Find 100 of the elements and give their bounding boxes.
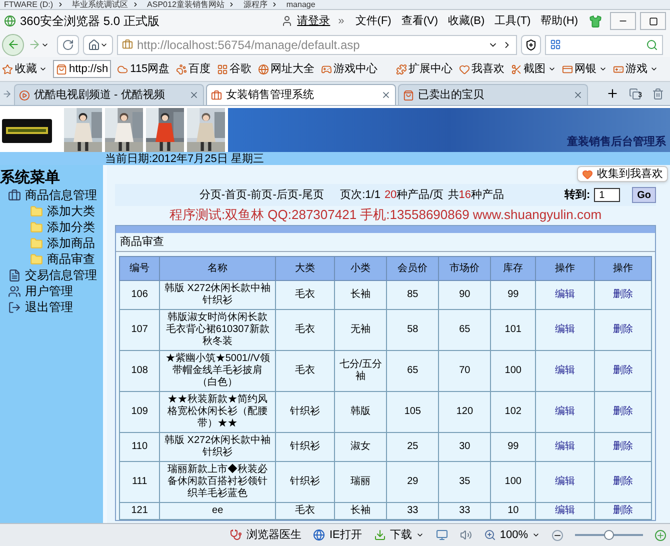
folder-icon [30, 252, 43, 266]
chevron-icon [57, 1, 64, 8]
address-field[interactable]: http://localhost:56754/manage/default.asp [117, 34, 517, 54]
bookmark[interactable]: 谷歌 [216, 60, 252, 78]
menu-item[interactable]: 文件(F) [352, 12, 394, 30]
bookmark[interactable]: 网址大全 [258, 60, 315, 78]
login-link[interactable]: 请登录 [297, 12, 330, 30]
page-label: 页次: [340, 188, 366, 203]
refresh-button[interactable] [57, 34, 79, 54]
arrow-icon [2, 89, 12, 99]
bookmark[interactable]: 扩展中心 [396, 60, 453, 78]
star-icon [2, 64, 13, 74]
delete-link[interactable]: 删除 [613, 365, 634, 376]
edit-link[interactable]: 编辑 [555, 365, 576, 376]
status-button[interactable]: 下载 [374, 526, 424, 544]
window-title: 360安全浏览器 5.0 正式版 [20, 13, 160, 30]
menu-item[interactable]: 商品审查 [47, 250, 95, 268]
speaker-icon[interactable] [460, 529, 472, 541]
menu-item[interactable]: 退出管理 [25, 298, 73, 316]
breadcrumb[interactable]: 源程序 [243, 0, 268, 9]
briefcase-icon [8, 188, 21, 202]
menu-item[interactable]: 查看(V) [398, 12, 441, 30]
shirt-icon[interactable] [589, 14, 602, 28]
tabs-icon [629, 88, 641, 100]
current-date: 当前日期:2012年7月25日 星期三 [105, 152, 264, 164]
home-icon [88, 38, 100, 50]
bookmark[interactable]: 游戏中心 [320, 60, 378, 78]
forward-icon [28, 38, 41, 51]
heart-icon [458, 64, 470, 74]
close-icon[interactable] [573, 90, 583, 100]
zoom-button[interactable]: 100% [484, 526, 540, 544]
bookmark[interactable]: 游戏 [612, 60, 658, 78]
menu-item[interactable]: 交易信息管理 [25, 266, 97, 284]
go-button[interactable]: Go [632, 187, 656, 203]
caret-icon [548, 65, 556, 73]
breadcrumb[interactable]: manage [286, 0, 316, 9]
delete-link[interactable]: 删除 [613, 406, 634, 417]
slider-thumb[interactable] [604, 530, 614, 540]
bookmark[interactable]: 百度 [176, 60, 211, 78]
plus-icon [606, 87, 618, 100]
card-icon [562, 64, 573, 74]
heart-icon [582, 168, 593, 180]
search-field[interactable] [545, 34, 663, 54]
globe-icon [258, 64, 269, 74]
browser-tab[interactable]: 优酷电视剧频道 - 优酷视频 [14, 84, 204, 105]
bookmark[interactable]: 我喜欢 [458, 60, 505, 78]
edit-link[interactable]: 编辑 [555, 441, 576, 452]
edit-link[interactable]: 编辑 [555, 289, 576, 300]
zoom-out-icon[interactable] [552, 530, 563, 540]
edit-link[interactable]: 编辑 [555, 324, 576, 335]
breadcrumb[interactable]: ASP012童装销售网站 [147, 0, 224, 9]
grid-icon [216, 64, 228, 74]
close-icon[interactable] [381, 90, 391, 100]
bookmark[interactable]: 115网盘 [117, 60, 170, 78]
maximize-icon [648, 16, 658, 26]
delete-link[interactable]: 删除 [613, 441, 634, 452]
browser-tab[interactable]: 女装销售管理系统 [206, 84, 396, 105]
menu-item[interactable]: 用户管理 [25, 282, 73, 300]
zoom-icon [484, 529, 496, 541]
bookmark[interactable]: 截图 [510, 60, 556, 78]
bookmark[interactable]: 收藏 [2, 60, 47, 78]
delete-link[interactable]: 删除 [613, 476, 634, 487]
forward-button[interactable] [28, 38, 49, 51]
menu-item[interactable]: 添加大类 [47, 202, 95, 220]
menu-item[interactable]: 工具(T) [492, 12, 534, 30]
page-input[interactable]: 1 [594, 188, 620, 202]
breadcrumb[interactable]: 毕业系统调试区 [72, 0, 128, 9]
download-icon [374, 529, 386, 541]
menu-item[interactable]: 收藏(B) [445, 12, 488, 30]
total-unit: 种产品 [471, 188, 504, 203]
edit-link[interactable]: 编辑 [555, 406, 576, 417]
more-menu[interactable]: » [338, 12, 344, 30]
caret-icon [598, 65, 607, 73]
gamepad-icon [320, 64, 332, 74]
per-page-unit: 种产品/页 [396, 188, 444, 203]
monitor-icon[interactable] [436, 529, 448, 541]
gamepad-icon [612, 64, 624, 74]
status-button[interactable]: 浏览器医生 [230, 526, 302, 544]
menu-item[interactable]: 商品信息管理 [25, 186, 97, 204]
close-icon[interactable] [189, 90, 199, 100]
bookmark[interactable]: http://sh [53, 60, 112, 78]
zoom-in-icon[interactable] [655, 530, 666, 540]
maximize-button[interactable] [640, 12, 666, 30]
bookmark[interactable]: 网银 [562, 60, 607, 78]
breadcrumb[interactable]: FTWARE (D:) [4, 0, 54, 9]
status-button[interactable]: IE打开 [313, 526, 362, 544]
home-button[interactable] [83, 34, 113, 54]
menu-item[interactable]: 添加商品 [47, 234, 95, 252]
security-button[interactable] [521, 34, 541, 54]
back-button[interactable] [2, 34, 24, 56]
delete-link[interactable]: 删除 [613, 324, 634, 335]
menu-item[interactable]: 添加分类 [47, 218, 95, 236]
edit-link[interactable]: 编辑 [555, 476, 576, 487]
delete-link[interactable]: 删除 [613, 289, 634, 300]
favorite-button[interactable]: 收集到我喜欢 [577, 166, 668, 182]
browser-tab[interactable]: 已卖出的宝贝 [398, 84, 588, 105]
menu-item[interactable]: 帮助(H) [538, 12, 581, 30]
pager-links[interactable]: 分页-首页-前页-后页-尾页 [199, 186, 324, 204]
zoom-slider[interactable] [575, 529, 643, 541]
total-count: 16 [458, 188, 471, 203]
